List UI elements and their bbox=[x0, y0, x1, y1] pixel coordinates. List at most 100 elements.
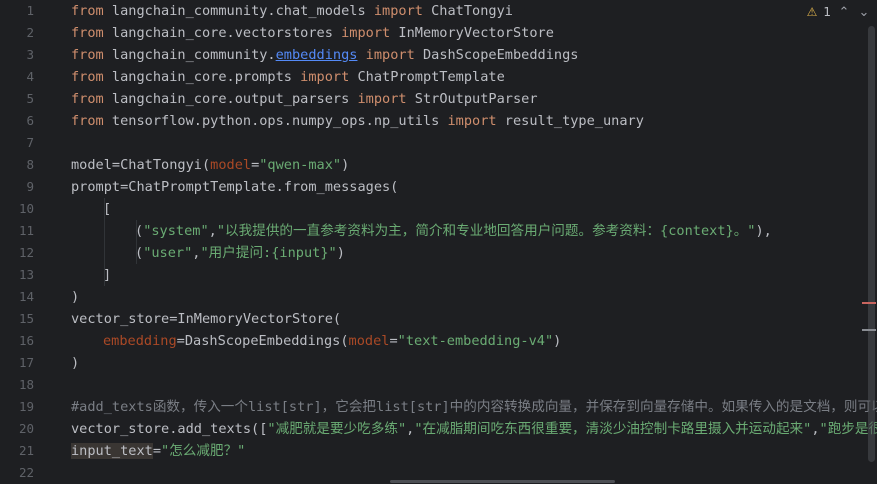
string-token: "user" bbox=[143, 245, 193, 261]
line-number: 4 bbox=[26, 69, 34, 84]
line-number: 15 bbox=[18, 311, 34, 326]
code-line-15[interactable]: vector_store=InMemoryVectorStore( bbox=[71, 308, 341, 330]
code-line-13[interactable]: ] bbox=[103, 264, 111, 286]
chevron-down-icon[interactable]: ⌄ bbox=[857, 5, 871, 20]
line-number: 2 bbox=[26, 25, 34, 40]
code-line-9[interactable]: prompt=ChatPromptTemplate.from_messages( bbox=[71, 176, 398, 198]
inspection-widget[interactable]: ⚠ 1 ⌃ ⌄ bbox=[807, 2, 871, 22]
line-number: 6 bbox=[26, 113, 34, 128]
code-token: ), bbox=[755, 223, 772, 239]
code-token: prompt=ChatPromptTemplate.from_messages( bbox=[71, 179, 399, 195]
code-line-3[interactable]: from langchain_community.embeddings impo… bbox=[71, 44, 578, 66]
line-number: 12 bbox=[18, 245, 34, 260]
scrollbar-thumb[interactable] bbox=[868, 26, 875, 462]
module-token: langchain_core.output_parsers bbox=[103, 91, 358, 107]
code-line-10[interactable]: [ bbox=[103, 198, 111, 220]
code-token: ) bbox=[71, 289, 80, 305]
line-number: 18 bbox=[18, 377, 34, 392]
code-token: model=ChatTongyi( bbox=[71, 157, 211, 173]
string-token: "qwen-max" bbox=[259, 157, 342, 173]
warning-count: 1 bbox=[823, 5, 831, 19]
keyword-token: import bbox=[373, 3, 423, 19]
code-token: vector_store=InMemoryVectorStore( bbox=[71, 311, 342, 327]
code-token: ) bbox=[341, 157, 350, 173]
line-number: 13 bbox=[18, 267, 34, 282]
keyword-token: from bbox=[71, 113, 104, 129]
string-token: "减肥就是要少吃多练" bbox=[267, 421, 407, 437]
line-number: 7 bbox=[26, 135, 34, 150]
string-token: "在减脂期间吃东西很重要，清淡少油控制卡路里摄入并运动起来" bbox=[414, 421, 812, 437]
highlighted-variable[interactable]: input_text bbox=[71, 443, 153, 459]
keyword-token: import bbox=[341, 25, 391, 41]
keyword-token: from bbox=[71, 25, 104, 41]
name-token: StrOutputParser bbox=[406, 91, 538, 107]
keyword-token: import bbox=[357, 91, 407, 107]
code-token: ( bbox=[135, 223, 144, 239]
code-line-16[interactable]: embedding=DashScopeEmbeddings(model="tex… bbox=[103, 330, 561, 352]
code-line-2[interactable]: from langchain_core.vectorstores import … bbox=[71, 22, 554, 44]
keyword-token: from bbox=[71, 47, 104, 63]
line-number: 9 bbox=[26, 179, 34, 194]
line-number: 1 bbox=[26, 3, 34, 18]
line-number-gutter: 1 2 3 4 5 6 7 8 9 10 11 12 13 14 15 16 1… bbox=[0, 0, 56, 483]
module-link[interactable]: embeddings bbox=[276, 47, 358, 63]
code-line-5[interactable]: from langchain_core.output_parsers impor… bbox=[71, 88, 538, 110]
module-token: langchain_community. bbox=[103, 47, 276, 63]
code-token: [ bbox=[103, 201, 112, 217]
name-token: DashScopeEmbeddings bbox=[414, 47, 579, 63]
chevron-up-icon[interactable]: ⌃ bbox=[837, 5, 851, 20]
code-token: =DashScopeEmbeddings( bbox=[176, 333, 349, 349]
code-line-4[interactable]: from langchain_core.prompts import ChatP… bbox=[71, 66, 505, 88]
code-line-21[interactable]: input_text="怎么减肥？" bbox=[71, 440, 245, 462]
keyword-token: from bbox=[71, 69, 104, 85]
error-stripe-marker[interactable] bbox=[862, 302, 876, 304]
line-number: 11 bbox=[18, 223, 34, 238]
code-line-1[interactable]: from langchain_community.chat_models imp… bbox=[71, 0, 513, 22]
code-token: = bbox=[152, 443, 162, 459]
module-token: langchain_core.prompts bbox=[103, 69, 301, 85]
code-line-12[interactable]: ("user","用户提问:{input}") bbox=[135, 242, 345, 264]
string-token: "text-embedding-v4" bbox=[397, 333, 554, 349]
code-line-14[interactable]: ) bbox=[71, 286, 79, 308]
name-token: InMemoryVectorStore bbox=[390, 25, 554, 41]
code-token: ) bbox=[553, 333, 562, 349]
name-token: ChatTongyi bbox=[422, 3, 513, 19]
line-number: 21 bbox=[18, 443, 34, 458]
code-editor[interactable]: from langchain_community.chat_models imp… bbox=[71, 0, 877, 483]
warning-stripe-marker[interactable] bbox=[862, 329, 876, 331]
code-line-19[interactable]: #add_texts函数，传入一个list[str]，它会把list[str]中… bbox=[71, 396, 877, 418]
line-number: 19 bbox=[18, 399, 34, 414]
module-token: langchain_core.vectorstores bbox=[103, 25, 342, 41]
module-token: tensorflow.python.ops.numpy_ops.np_utils bbox=[103, 113, 448, 129]
string-token: "怎么减肥？" bbox=[161, 443, 246, 459]
code-line-8[interactable]: model=ChatTongyi(model="qwen-max") bbox=[71, 154, 349, 176]
warning-triangle-icon[interactable]: ⚠ bbox=[807, 5, 818, 19]
line-number: 17 bbox=[18, 355, 34, 370]
line-number: 5 bbox=[26, 91, 34, 106]
keyword-token: from bbox=[71, 3, 104, 19]
keyword-token: import bbox=[447, 113, 497, 129]
line-number: 16 bbox=[18, 333, 34, 348]
keyword-token: import bbox=[357, 47, 415, 63]
code-token: ) bbox=[336, 245, 345, 261]
keyword-token: import bbox=[300, 69, 350, 85]
line-number: 8 bbox=[26, 157, 34, 172]
code-token: ( bbox=[135, 245, 144, 261]
name-token: ChatPromptTemplate bbox=[349, 69, 505, 85]
param-token: embedding bbox=[103, 333, 177, 349]
code-token: ] bbox=[103, 267, 112, 283]
code-line-17[interactable]: ) bbox=[71, 352, 79, 374]
comment-token: #add_texts函数，传入一个list[str]，它会把list[str]中… bbox=[71, 399, 877, 415]
line-number: 3 bbox=[26, 47, 34, 62]
line-number: 22 bbox=[18, 465, 34, 480]
string-token: "system" bbox=[143, 223, 209, 239]
code-line-6[interactable]: from tensorflow.python.ops.numpy_ops.np_… bbox=[71, 110, 644, 132]
param-token: model bbox=[348, 333, 390, 349]
module-token: langchain_community.chat_models bbox=[103, 3, 374, 19]
string-token: "用户提问:{input}" bbox=[200, 245, 337, 261]
code-token: , bbox=[811, 421, 820, 437]
code-token: vector_store.add_texts([ bbox=[71, 421, 268, 437]
code-line-11[interactable]: ("system","以我提供的一直参考资料为主，简介和专业地回答用户问题。参考… bbox=[135, 220, 772, 242]
line-number: 10 bbox=[18, 201, 34, 216]
code-line-20[interactable]: vector_store.add_texts(["减肥就是要少吃多练","在减脂… bbox=[71, 418, 877, 440]
